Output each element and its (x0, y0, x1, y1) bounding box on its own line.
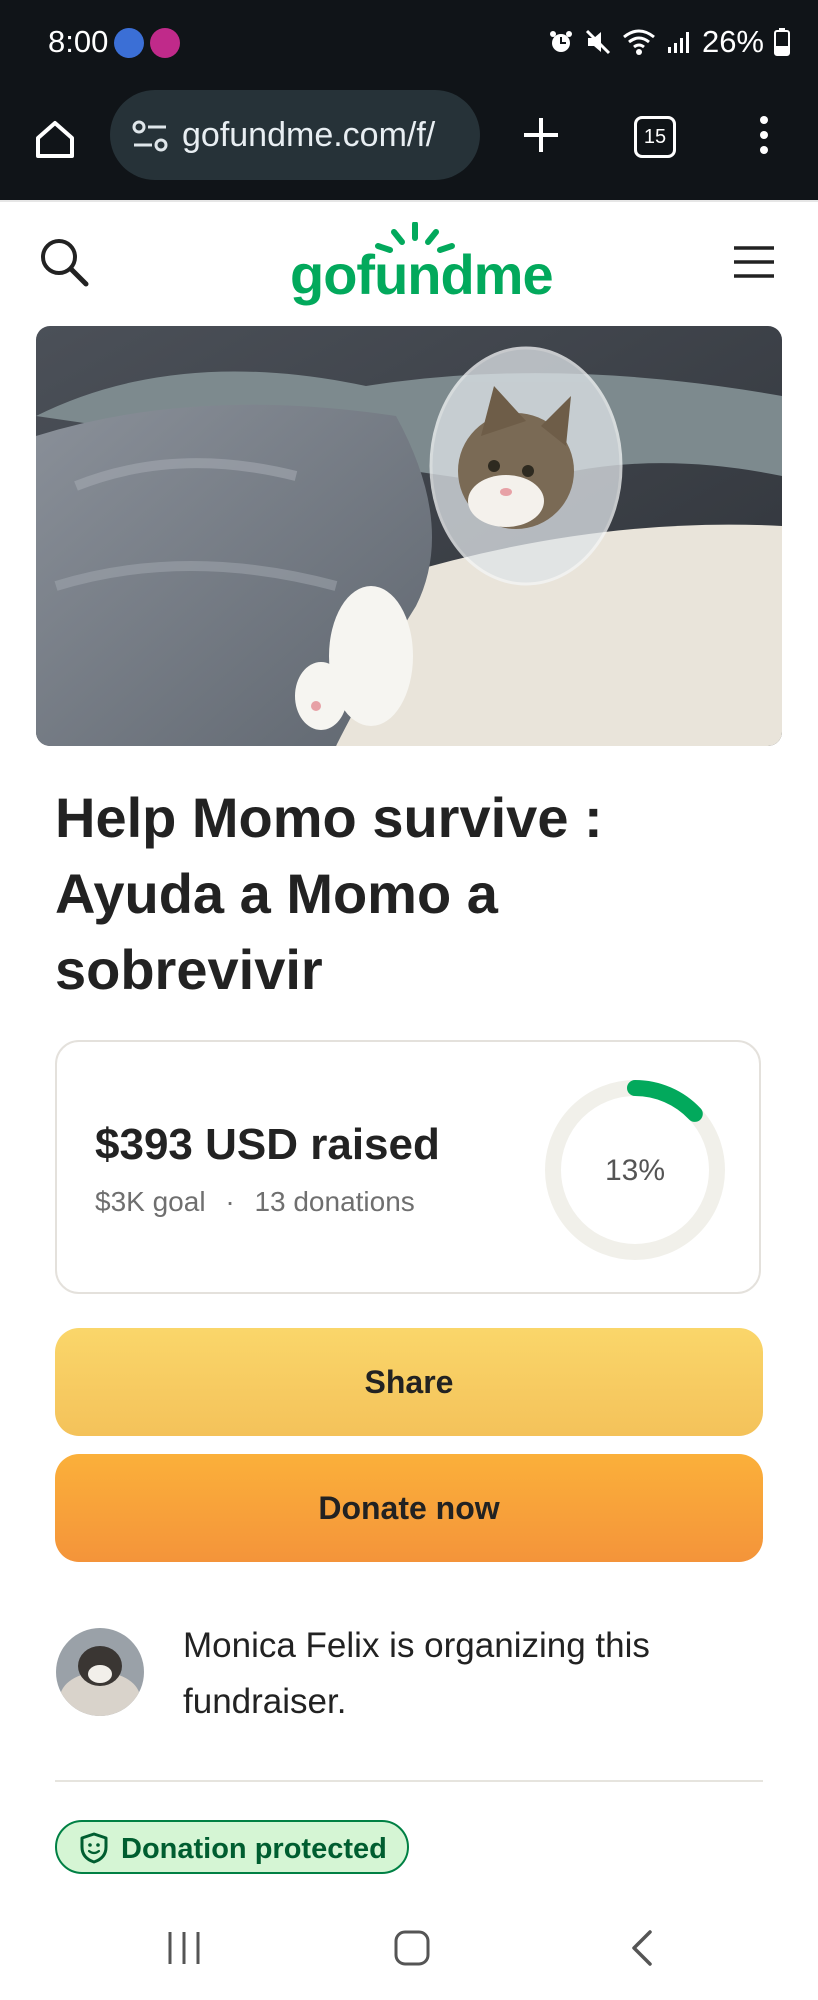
browser-toolbar: gofundme.com/f/ 15 (0, 88, 818, 200)
amount-raised: $393 USD raised (95, 1120, 440, 1169)
battery-text: 26% (701, 24, 764, 59)
alarm-icon (549, 31, 572, 52)
site-settings-icon[interactable] (130, 118, 170, 154)
hamburger-menu-icon[interactable] (732, 244, 776, 280)
site-header: gofundme (0, 200, 818, 327)
gofundme-logo[interactable]: gofundme (290, 242, 554, 307)
share-button[interactable]: Share (55, 1328, 763, 1436)
campaign-photo[interactable] (36, 326, 782, 746)
notification-app-icon (114, 28, 144, 58)
donation-count: 13 donations (254, 1186, 415, 1217)
status-time: 8:00 (48, 24, 109, 59)
notification-app-icon (150, 28, 180, 58)
back-icon[interactable] (626, 1928, 656, 1968)
mute-icon (585, 29, 611, 55)
more-vert-icon[interactable] (752, 114, 776, 156)
divider (55, 1780, 763, 1782)
progress-ring: 13% (545, 1080, 725, 1260)
home-icon[interactable] (32, 116, 78, 162)
badge-label: Donation protected (121, 1833, 387, 1865)
donation-protected-badge[interactable]: Donation protected (55, 1820, 409, 1874)
battery-icon (774, 28, 790, 56)
goal-line: $3K goal · 13 donations (95, 1186, 415, 1218)
cat-in-blanket-image (36, 326, 782, 746)
organizer-avatar[interactable] (56, 1628, 144, 1716)
search-icon[interactable] (38, 236, 90, 288)
tabs-icon[interactable]: 15 (634, 116, 676, 158)
organizer-text[interactable]: Monica Felix is organizing this fundrais… (183, 1618, 743, 1730)
organizer-photo (56, 1628, 144, 1716)
system-nav-bar (0, 1898, 818, 2000)
donation-progress-card: $393 USD raised $3K goal · 13 donations … (55, 1040, 761, 1294)
goal-amount: $3K goal (95, 1186, 206, 1217)
home-nav-icon[interactable] (392, 1928, 432, 1968)
separator-dot: · (225, 1186, 235, 1217)
status-bar: 8:00 26% (0, 0, 818, 88)
plus-icon[interactable] (520, 114, 562, 156)
recents-icon[interactable] (164, 1928, 204, 1968)
shield-icon (80, 1832, 108, 1864)
progress-percent: 13% (605, 1154, 665, 1187)
campaign-title: Help Momo survive : Ayuda a Momo a sobre… (55, 786, 603, 1001)
address-bar[interactable]: gofundme.com/f/ (110, 90, 480, 180)
url-text[interactable]: gofundme.com/f/ (182, 116, 435, 155)
status-icons: 26% (548, 24, 790, 60)
wifi-icon (623, 29, 655, 55)
donate-now-button[interactable]: Donate now (55, 1454, 763, 1562)
signal-icon (667, 32, 689, 53)
